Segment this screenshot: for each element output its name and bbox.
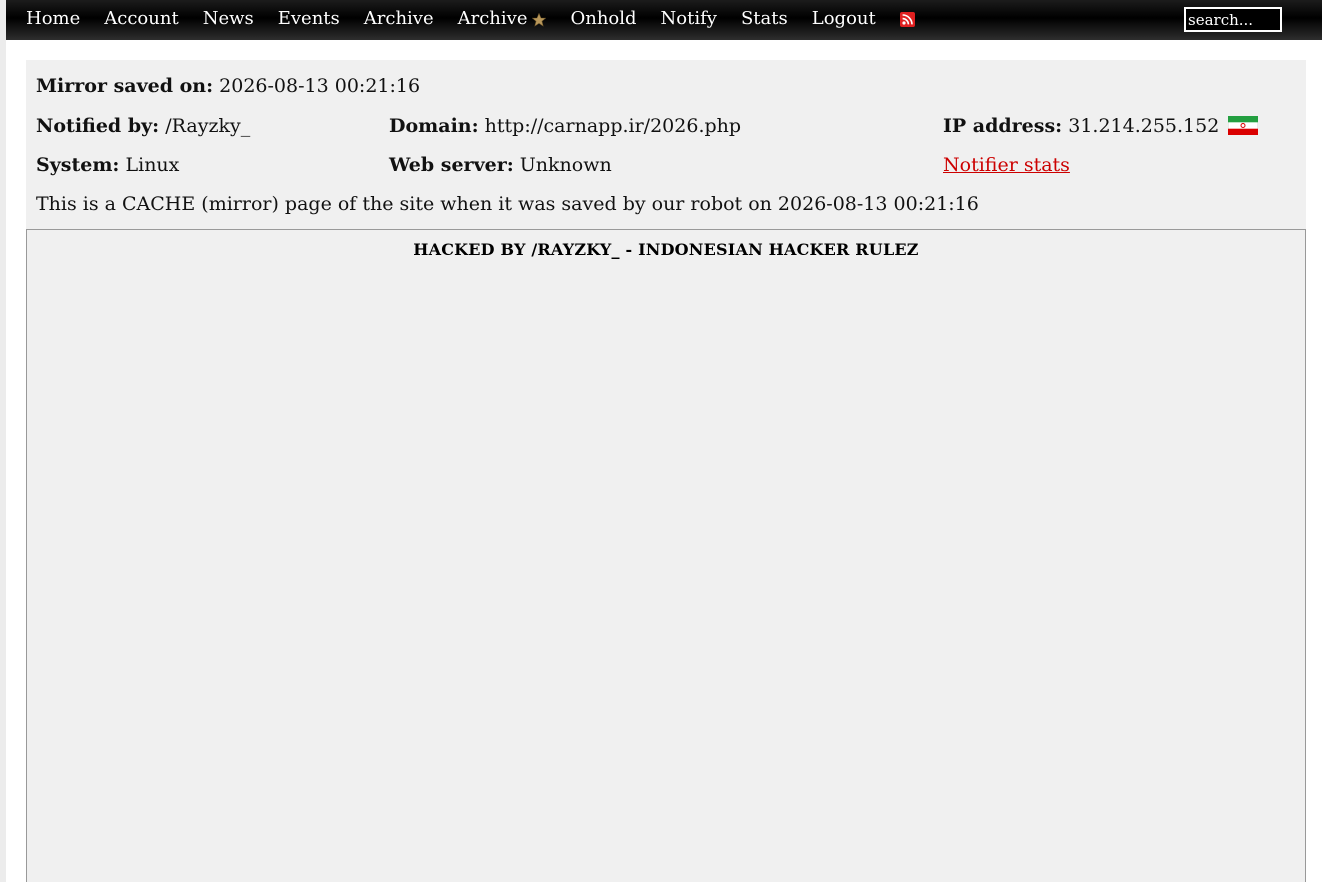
mirror-content-frame[interactable]: HACKED BY /RAYZKY_ - INDONESIAN HACKER R… <box>26 229 1306 882</box>
rss-feed-link[interactable] <box>899 9 915 27</box>
mirror-saved-row: Mirror saved on: 2026-08-13 00:21:16 <box>36 75 420 97</box>
top-navigation-bar: Home Account News Events Archive Archive… <box>6 0 1322 40</box>
search-input[interactable] <box>1184 7 1282 32</box>
rss-icon <box>899 12 915 27</box>
notifier-stats-link[interactable]: Notifier stats <box>943 154 1070 176</box>
nav-account[interactable]: Account <box>104 8 178 29</box>
system-value: Linux <box>125 154 180 176</box>
system-row: System: Linux <box>36 154 179 176</box>
page: Home Account News Events Archive Archive… <box>0 0 1322 882</box>
notifier-stats-row: Notifier stats <box>943 154 1070 176</box>
notified-by-value: /Rayzky_ <box>165 115 251 137</box>
domain-value: http://carnapp.ir/2026.php <box>484 115 742 137</box>
nav-archive-special[interactable]: Archive <box>458 8 547 29</box>
domain-label: Domain: <box>389 115 479 137</box>
nav-events[interactable]: Events <box>278 8 340 29</box>
mirror-saved-value: 2026-08-13 00:21:16 <box>219 75 421 97</box>
star-icon <box>532 13 547 27</box>
left-margin-strip <box>0 0 6 882</box>
ip-address-label: IP address: <box>943 115 1063 137</box>
notified-by-row: Notified by: /Rayzky_ <box>36 115 250 137</box>
nav-stats[interactable]: Stats <box>741 8 788 29</box>
ip-address-row: IP address: 31.214.255.152 <box>943 115 1259 137</box>
web-server-label: Web server: <box>389 154 514 176</box>
nav-archive-special-label: Archive <box>457 7 528 29</box>
nav-notify[interactable]: Notify <box>661 8 717 29</box>
notified-by-label: Notified by: <box>36 115 160 137</box>
nav-home[interactable]: Home <box>26 8 80 29</box>
ip-address-value: 31.214.255.152 <box>1068 115 1220 137</box>
iran-flag-icon <box>1228 116 1259 135</box>
web-server-row: Web server: Unknown <box>389 154 612 176</box>
nav-news[interactable]: News <box>203 8 254 29</box>
cache-notice: This is a CACHE (mirror) page of the sit… <box>36 193 979 215</box>
nav-onhold[interactable]: Onhold <box>570 8 636 29</box>
system-label: System: <box>36 154 120 176</box>
mirror-saved-label: Mirror saved on: <box>36 75 214 97</box>
mirror-page-title: HACKED BY /RAYZKY_ - INDONESIAN HACKER R… <box>413 240 919 259</box>
nav-archive[interactable]: Archive <box>364 8 434 29</box>
nav-menu: Home Account News Events Archive Archive… <box>26 0 939 36</box>
mirror-info-panel: Mirror saved on: 2026-08-13 00:21:16 Not… <box>26 60 1306 230</box>
domain-row: Domain: http://carnapp.ir/2026.php <box>389 115 741 137</box>
nav-logout[interactable]: Logout <box>812 8 876 29</box>
web-server-value: Unknown <box>519 154 612 176</box>
